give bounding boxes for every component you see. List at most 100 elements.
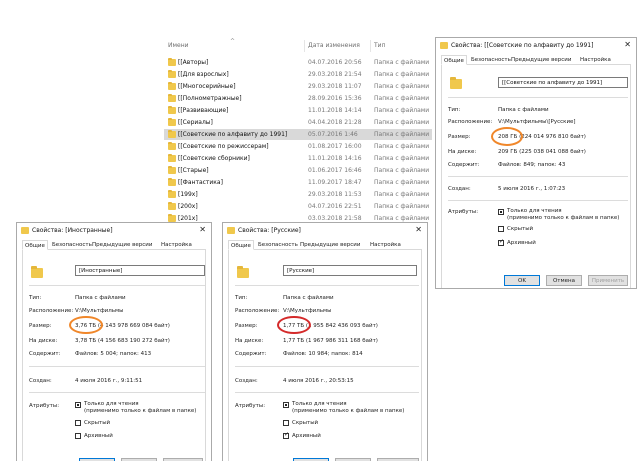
location-label: Расположение:	[448, 119, 493, 125]
created-label: Создан:	[29, 378, 52, 384]
tab-strip: Общие Безопасность Предыдущие версии Нас…	[228, 240, 422, 250]
folder-date: 11.09.2017 18:47	[308, 179, 362, 186]
column-separator[interactable]	[304, 40, 305, 52]
readonly-label: Только для чтения	[292, 401, 347, 407]
hidden-checkbox[interactable]	[283, 420, 289, 426]
tab-previous-versions[interactable]: Предыдущие версии	[298, 240, 362, 250]
folder-icon	[168, 94, 176, 102]
tab-previous-versions[interactable]: Предыдущие версии	[90, 240, 154, 250]
folder-name: [[Советские сборники]	[178, 155, 250, 162]
properties-dialog-foreign: Свойства: [Иностранные] ✕ Общие Безопасн…	[16, 222, 212, 461]
folder-name-field[interactable]: [Иностранные]	[75, 265, 205, 276]
archive-checkbox[interactable]	[75, 433, 81, 439]
divider	[235, 285, 419, 286]
type-label: Тип:	[235, 295, 248, 301]
size-bytes: (4 143 978 669 084 байт)	[97, 323, 170, 329]
folder-row[interactable]: [199x] 29.03.2018 11:53 Папка с файлами	[164, 189, 432, 200]
tab-customize[interactable]: Настройка	[578, 55, 613, 65]
created-value: 4 июля 2016 г., 20:53:15	[283, 378, 354, 384]
folder-row[interactable]: [[Советские по режиссерам] 01.08.2017 16:…	[164, 141, 432, 152]
general-panel: [[Советские по алфавиту до 1991] Тип: Па…	[441, 65, 631, 288]
tab-general[interactable]: Общие	[22, 240, 48, 250]
folder-row[interactable]: [[Сериалы] 04.04.2018 21:28 Папка с файлам…	[164, 117, 432, 128]
folder-name-field[interactable]: [[Советские по алфавиту до 1991]	[498, 77, 628, 88]
folder-row[interactable]: [[Полнометражные] 28.09.2016 15:36 Папка с…	[164, 93, 432, 104]
on-disk-label: На диске:	[29, 338, 58, 344]
folder-row[interactable]: [[Советские по алфавиту до 1991] 05.07.20…	[164, 129, 432, 140]
attributes-label: Атрибуты:	[29, 403, 60, 409]
column-type[interactable]: Тип	[374, 42, 386, 49]
apply-button[interactable]: Применить	[588, 275, 628, 286]
tab-customize[interactable]: Настройка	[159, 240, 194, 250]
size-bytes: (224 014 976 810 байт)	[519, 134, 586, 140]
title-bar: Свойства: [[Советские по алфавиту до 199…	[436, 38, 636, 54]
readonly-label: Только для чтения	[84, 401, 139, 407]
tab-customize[interactable]: Настройка	[368, 240, 403, 250]
readonly-checkbox[interactable]	[75, 402, 81, 408]
folder-date: 01.06.2017 16:46	[308, 167, 362, 174]
folder-name: [[Развивающие]	[178, 107, 229, 114]
folder-date: 04.07.2016 22:51	[308, 203, 362, 210]
column-separator[interactable]	[370, 40, 371, 52]
folder-type: Папка с файлами	[374, 191, 430, 198]
readonly-note: (применимо только к файлам в папке)	[507, 215, 620, 221]
size-bytes: (1 955 842 436 093 байт)	[305, 323, 378, 329]
folder-row[interactable]: [[Авторы] 04.07.2016 20:56 Папка с файлами	[164, 57, 432, 68]
created-label: Создан:	[448, 186, 471, 192]
folder-row[interactable]: [[Для взрослых] 29.03.2018 21:54 Папка с ф…	[164, 69, 432, 80]
folder-type: Папка с файлами	[374, 203, 430, 210]
readonly-label: Только для чтения	[507, 208, 562, 214]
tab-security[interactable]: Безопасность	[256, 240, 300, 250]
folder-row[interactable]: [[Развивающие] 11.01.2018 14:14 Папка с фа…	[164, 105, 432, 116]
archive-label: Архивный	[292, 433, 321, 439]
archive-checkbox[interactable]	[283, 431, 289, 439]
type-value: Папка с файлами	[283, 295, 334, 301]
tab-general[interactable]: Общие	[228, 240, 254, 250]
archive-checkbox[interactable]	[498, 238, 504, 246]
close-icon[interactable]: ✕	[624, 40, 631, 49]
hidden-checkbox[interactable]	[75, 420, 81, 426]
tab-previous-versions[interactable]: Предыдущие версии	[509, 55, 573, 65]
folder-icon	[168, 58, 176, 66]
folder-row[interactable]: [[Многосерийные] 29.03.2018 11:07 Папка с …	[164, 81, 432, 92]
on-disk-value: 3,78 ТБ (4 156 683 190 272 байт)	[75, 338, 170, 344]
folder-name: [199x]	[178, 191, 198, 198]
folder-name: [[Советские по алфавиту до 1991]	[178, 131, 288, 138]
close-icon[interactable]: ✕	[199, 225, 206, 234]
properties-dialog-soviet: Свойства: [[Советские по алфавиту до 199…	[435, 37, 637, 289]
readonly-checkbox[interactable]	[283, 402, 289, 408]
folder-name: [201x]	[178, 215, 198, 222]
hidden-label: Скрытый	[84, 420, 111, 426]
folder-icon	[21, 227, 29, 234]
ok-button[interactable]: OK	[504, 275, 540, 286]
folder-type: Папка с файлами	[374, 107, 430, 114]
tab-general[interactable]: Общие	[441, 55, 467, 65]
folder-icon	[168, 202, 176, 210]
folder-row[interactable]: [[Фантастика] 11.09.2017 18:47 Папка с фай…	[164, 177, 432, 188]
folder-type: Папка с файлами	[374, 95, 430, 102]
folder-date: 01.08.2017 16:00	[308, 143, 362, 150]
column-name[interactable]: Имени	[168, 42, 189, 49]
cancel-button[interactable]: Отмена	[546, 275, 582, 286]
column-date[interactable]: Дата изменения	[308, 42, 360, 49]
folder-row[interactable]: [[Советские сборники] 11.01.2018 14:16 Пап…	[164, 153, 432, 164]
folder-row[interactable]: [200x] 04.07.2016 22:51 Папка с файлами	[164, 201, 432, 212]
properties-dialog-russian: Свойства: [Русские] ✕ Общие Безопасность…	[222, 222, 428, 461]
title-bar: Свойства: [Русские] ✕	[223, 223, 427, 239]
type-label: Тип:	[29, 295, 42, 301]
tab-security[interactable]: Безопасность	[50, 240, 94, 250]
folder-row[interactable]: [[Старые] 01.06.2017 16:46 Папка с файлами	[164, 165, 432, 176]
folder-name: [200x]	[178, 203, 198, 210]
folder-name: [[Сериалы]	[178, 119, 213, 126]
folder-type: Папка с файлами	[374, 155, 430, 162]
folder-icon	[440, 42, 448, 49]
folder-type: Папка с файлами	[374, 83, 430, 90]
folder-icon	[168, 130, 176, 138]
divider	[448, 200, 628, 201]
hidden-checkbox[interactable]	[498, 226, 504, 232]
contains-value: Файлов: 849; папок: 43	[498, 162, 566, 168]
close-icon[interactable]: ✕	[415, 225, 422, 234]
folder-name-field[interactable]: [Русские]	[283, 265, 417, 276]
readonly-checkbox[interactable]	[498, 209, 504, 215]
tab-security[interactable]: Безопасность	[469, 55, 513, 65]
